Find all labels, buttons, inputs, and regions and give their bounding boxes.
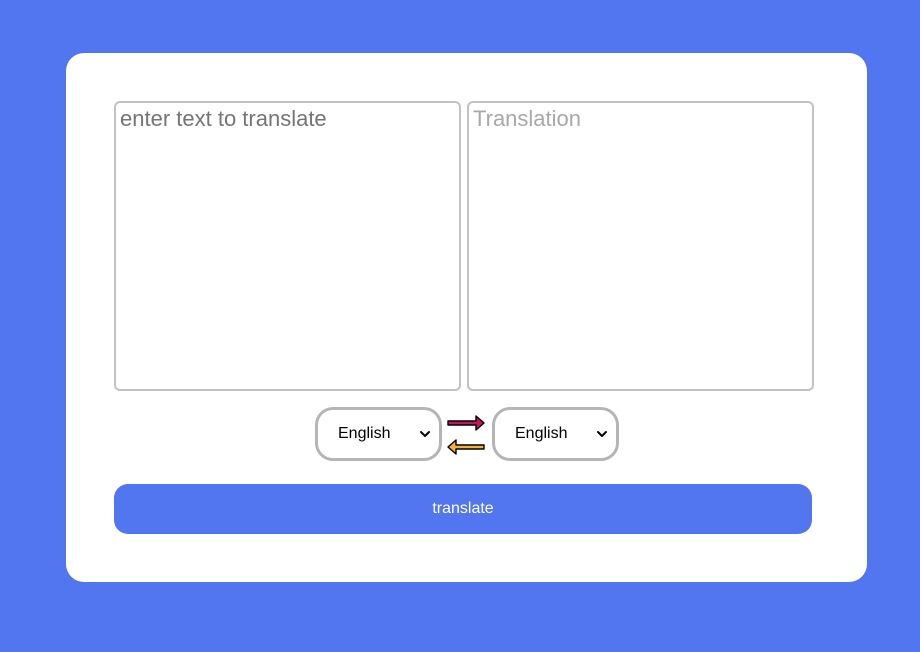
- source-text-input[interactable]: [114, 101, 461, 391]
- swap-languages-button[interactable]: [442, 407, 492, 461]
- translate-button[interactable]: translate: [114, 484, 812, 534]
- language-controls: English English: [315, 407, 619, 461]
- source-language-value: English: [338, 425, 391, 442]
- target-language-value: English: [515, 425, 568, 442]
- text-panels: [114, 101, 814, 391]
- translator-card: English English translate: [66, 53, 867, 582]
- swap-arrows-icon: [447, 415, 485, 455]
- source-language-select[interactable]: English: [315, 407, 442, 461]
- translation-output[interactable]: [467, 101, 814, 391]
- target-language-select[interactable]: English: [492, 407, 619, 461]
- chevron-down-icon: [597, 431, 607, 437]
- chevron-down-icon: [420, 431, 430, 437]
